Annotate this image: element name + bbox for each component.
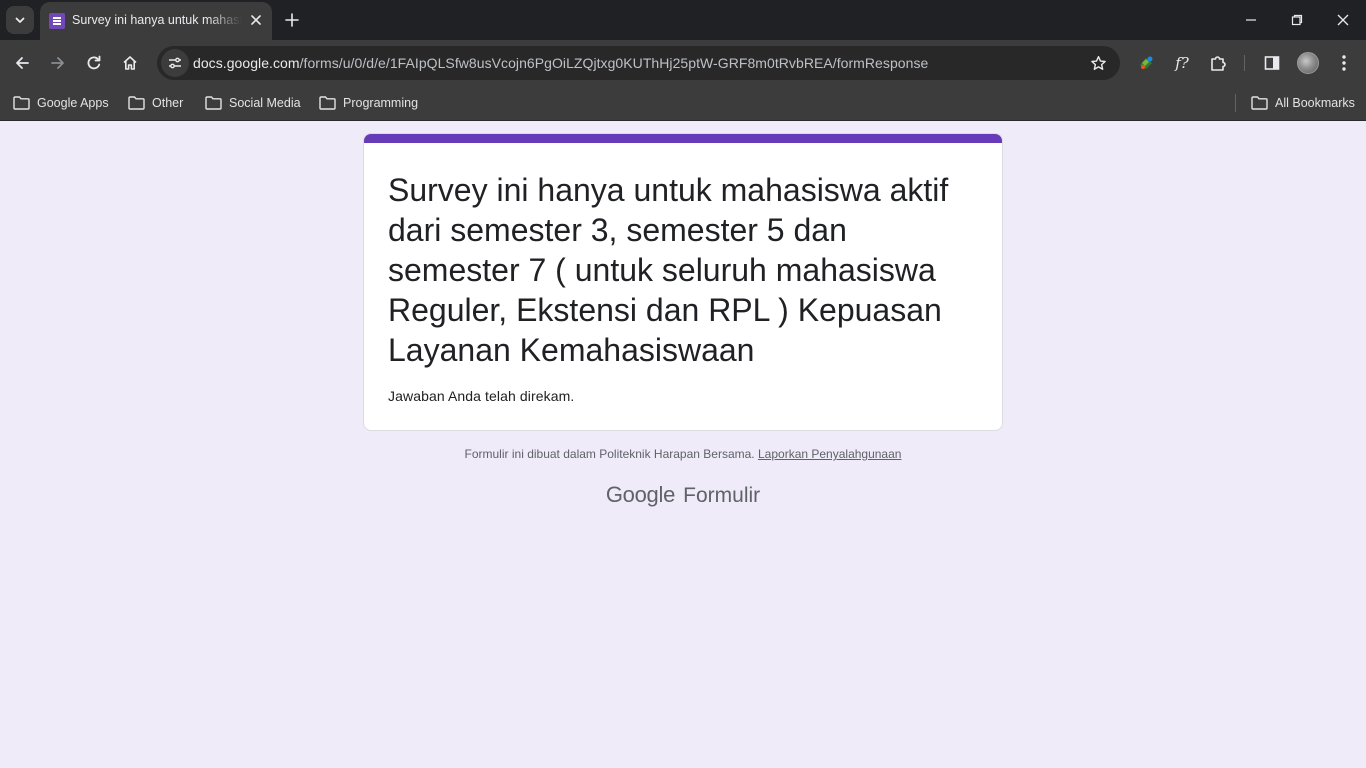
google-forms-logo[interactable]: Google Formulir xyxy=(0,482,1366,508)
address-bar[interactable]: docs.google.com/forms/u/0/d/e/1FAIpQLSfw… xyxy=(157,46,1120,80)
bookmarks-divider xyxy=(1235,94,1236,112)
tune-icon xyxy=(169,57,181,69)
home-icon xyxy=(123,56,137,70)
toolbar-divider xyxy=(1244,55,1245,71)
arrow-right-icon xyxy=(51,57,64,69)
confirmation-message: Jawaban Anda telah direkam. xyxy=(388,388,575,404)
bookmarks-bar: Google Apps Other Social Media Programmi… xyxy=(0,86,1366,121)
star-icon xyxy=(1090,55,1106,70)
bookmark-label: Google Apps xyxy=(37,96,109,110)
form-accent-bar xyxy=(364,134,1002,143)
formula-icon: f? xyxy=(1175,54,1189,72)
all-bookmarks-label: All Bookmarks xyxy=(1275,96,1355,110)
extension-color-picker-button[interactable] xyxy=(1131,48,1161,78)
form-response-card: Survey ini hanya untuk mahasiswa aktif d… xyxy=(363,133,1003,431)
browser-toolbar: docs.google.com/forms/u/0/d/e/1FAIpQLSfw… xyxy=(0,40,1366,86)
folder-icon xyxy=(1251,96,1268,110)
footer-text: Formulir ini dibuat dalam Politeknik Har… xyxy=(464,447,755,461)
bookmark-label: Other xyxy=(152,96,184,110)
side-panel-button[interactable] xyxy=(1257,48,1287,78)
side-panel-icon xyxy=(1264,56,1280,70)
tab-title: Survey ini hanya untuk mahasiswa aktif d… xyxy=(72,13,242,27)
tab-search-button[interactable] xyxy=(6,6,34,34)
folder-icon xyxy=(319,96,336,110)
form-title: Survey ini hanya untuk mahasiswa aktif d… xyxy=(388,172,949,368)
folder-icon xyxy=(13,96,30,110)
chevron-down-icon xyxy=(15,17,25,23)
color-picker-icon xyxy=(1140,56,1153,69)
puzzle-icon xyxy=(1211,56,1226,71)
extensions-button[interactable] xyxy=(1203,48,1233,78)
all-bookmarks-button[interactable]: All Bookmarks xyxy=(1251,92,1355,114)
back-button[interactable] xyxy=(6,47,38,79)
forward-button[interactable] xyxy=(42,47,74,79)
bookmark-label: Programming xyxy=(343,96,419,110)
plus-icon xyxy=(285,13,299,27)
active-tab[interactable]: Survey ini hanya untuk mahasiswa aktif d… xyxy=(40,2,272,40)
profile-avatar[interactable] xyxy=(1297,52,1319,74)
restore-button[interactable] xyxy=(1274,0,1320,40)
minimize-button[interactable] xyxy=(1228,0,1274,40)
minimize-icon xyxy=(1246,19,1256,21)
form-footer: Formulir ini dibuat dalam Politeknik Har… xyxy=(0,447,1366,461)
site-info-button[interactable] xyxy=(161,49,189,77)
bookmark-folder-social-media[interactable]: Social Media xyxy=(205,92,301,114)
google-forms-favicon-icon xyxy=(49,13,65,29)
tab-close-button[interactable] xyxy=(248,12,264,28)
url-path: /forms/u/0/d/e/1FAIpQLSfw8usVcojn6PgOiLZ… xyxy=(299,55,929,71)
tab-strip: Survey ini hanya untuk mahasiswa aktif d… xyxy=(0,0,1366,40)
google-wordmark: Google xyxy=(605,482,676,507)
folder-icon xyxy=(128,96,145,110)
close-icon xyxy=(1337,14,1349,26)
url-text[interactable]: docs.google.com/forms/u/0/d/e/1FAIpQLSfw… xyxy=(193,55,928,71)
form-page: Survey ini hanya untuk mahasiswa aktif d… xyxy=(0,121,1366,768)
kebab-menu-icon xyxy=(1342,55,1346,71)
menu-button[interactable] xyxy=(1329,48,1359,78)
forms-wordmark: Formulir xyxy=(683,484,761,507)
arrow-left-icon xyxy=(16,57,29,69)
bookmark-folder-google-apps[interactable]: Google Apps xyxy=(13,92,109,114)
extension-formula-button[interactable]: f? xyxy=(1167,48,1197,78)
reload-button[interactable] xyxy=(78,47,110,79)
bookmark-folder-other[interactable]: Other xyxy=(128,92,183,114)
reload-icon xyxy=(87,55,101,70)
new-tab-button[interactable] xyxy=(280,8,304,32)
bookmark-label: Social Media xyxy=(229,96,301,110)
bookmark-star-button[interactable] xyxy=(1088,53,1108,73)
close-window-button[interactable] xyxy=(1320,0,1366,40)
folder-icon xyxy=(205,96,222,110)
url-domain: docs.google.com xyxy=(193,55,300,71)
home-button[interactable] xyxy=(114,47,146,79)
restore-icon xyxy=(1291,14,1303,26)
close-icon xyxy=(251,15,261,25)
report-abuse-link[interactable]: Laporkan Penyalahgunaan xyxy=(758,447,901,461)
bookmark-folder-programming[interactable]: Programming xyxy=(319,92,418,114)
